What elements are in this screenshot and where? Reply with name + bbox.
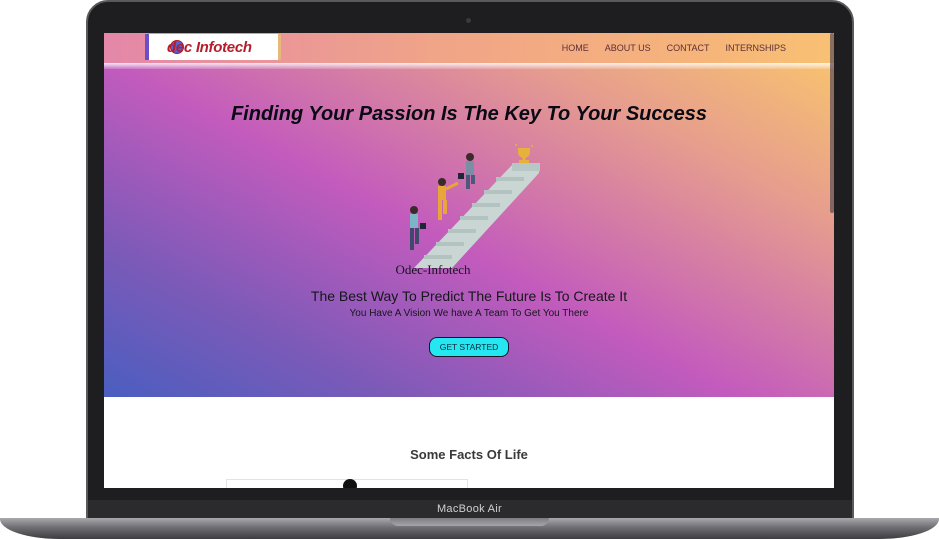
climber-middle [438, 178, 459, 220]
hero-subline: You Have A Vision We have A Team To Get … [349, 308, 589, 319]
nav-home-link[interactable]: HOME [562, 43, 589, 53]
logo[interactable]: dec Infotech [145, 34, 281, 60]
facts-section-title: Some Facts Of Life [410, 447, 528, 462]
people-climbing-stairs-to-trophy-illustration [410, 144, 540, 268]
get-started-button[interactable]: GET STARTED [429, 337, 509, 357]
nav-contact-link[interactable]: CONTACT [667, 43, 710, 53]
navbar: dec Infotech HOME ABOUT US CONTACT INTER… [104, 33, 834, 63]
hero-tagline: The Best Way To Predict The Future Is To… [310, 288, 628, 304]
camera-icon [466, 18, 471, 23]
nav-links: HOME ABOUT US CONTACT INTERNSHIPS [562, 43, 786, 53]
hero-headline: Finding Your Passion Is The Key To Your … [230, 103, 708, 125]
climber-top [458, 153, 475, 189]
device-brand-label: MacBook Air [436, 503, 503, 515]
browser-viewport: dec Infotech HOME ABOUT US CONTACT INTER… [104, 33, 834, 488]
laptop-hinge-notch [390, 518, 549, 526]
nav-internships-link[interactable]: INTERNSHIPS [725, 43, 786, 53]
illustration-caption: Odec-Infotech [395, 262, 471, 277]
logo-text: dec Infotech [167, 38, 252, 56]
navbar-shadow [104, 63, 834, 69]
facts-marker-dot [343, 479, 357, 488]
climber-bottom [410, 206, 426, 250]
hero-section: dec Infotech HOME ABOUT US CONTACT INTER… [104, 33, 834, 397]
nav-about-link[interactable]: ABOUT US [605, 43, 651, 53]
